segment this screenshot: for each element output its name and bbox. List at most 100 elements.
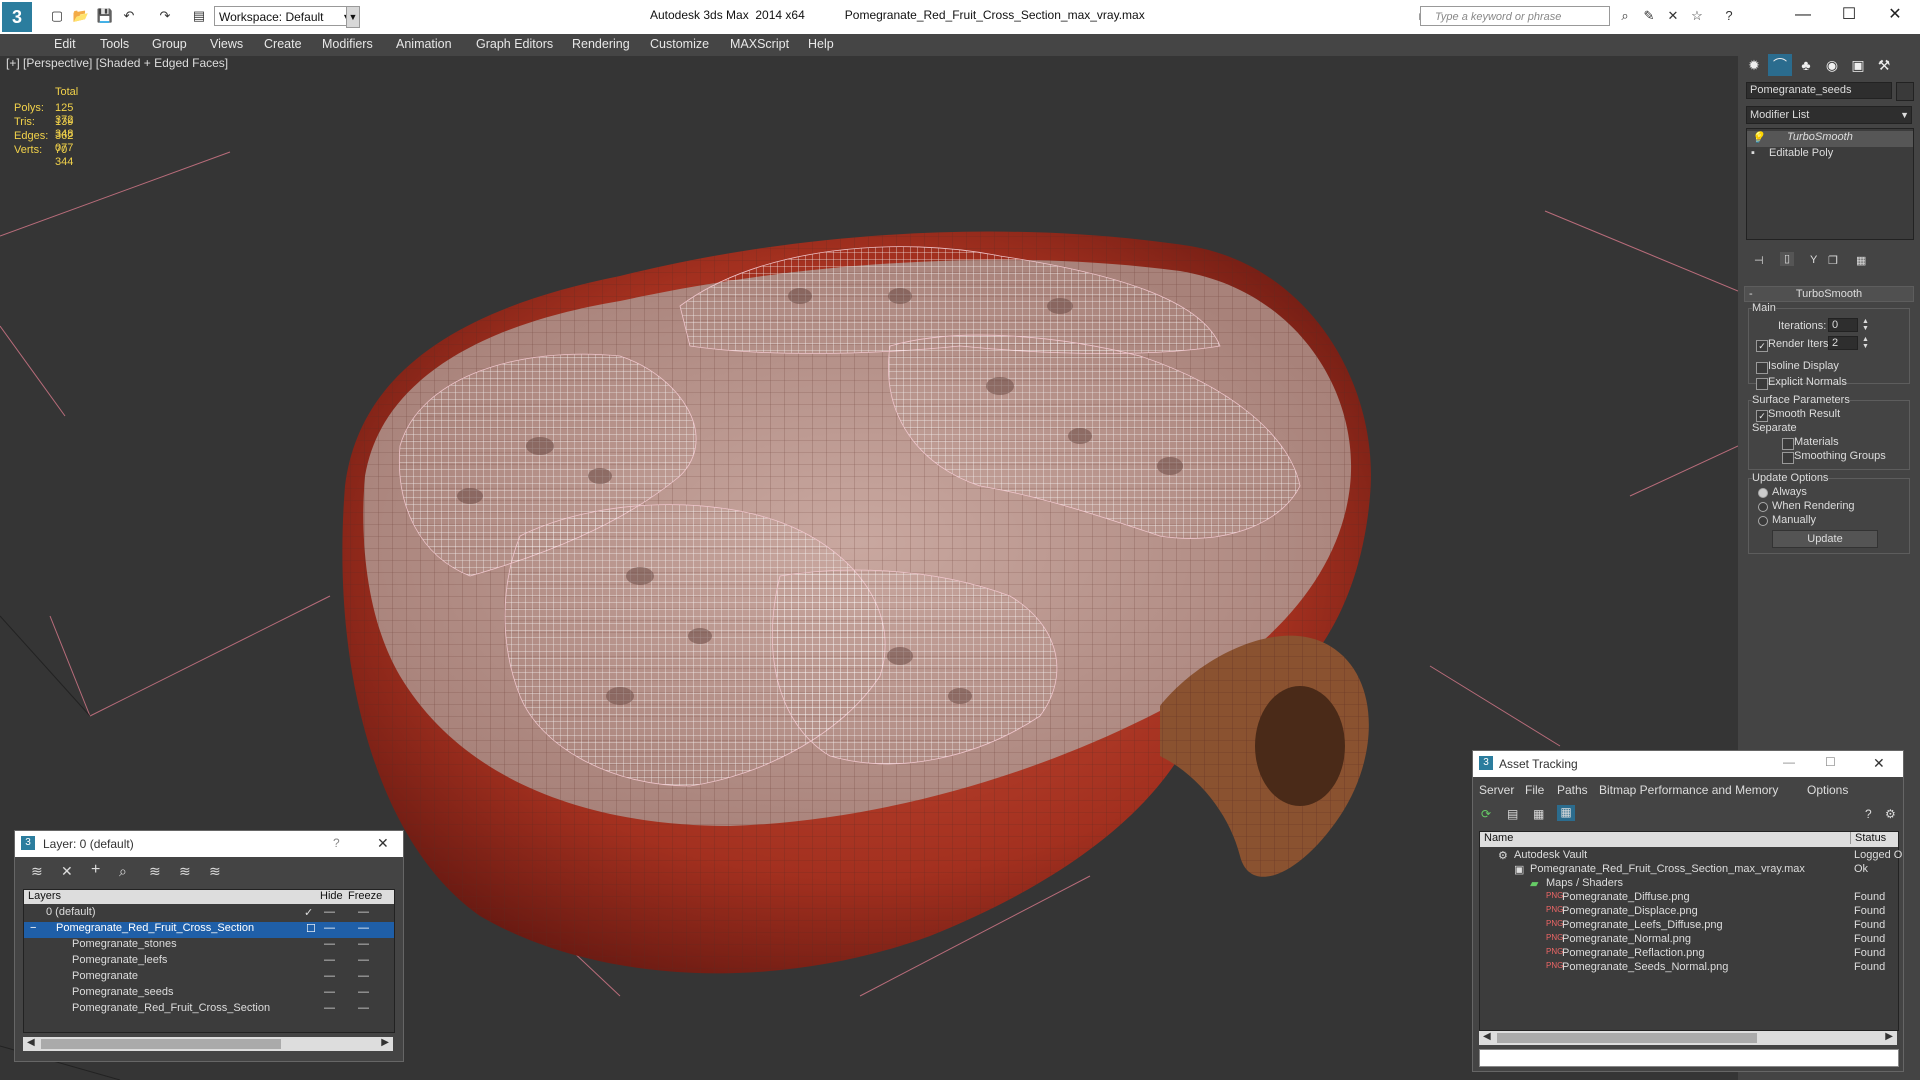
bulb-icon[interactable]: 💡	[1751, 131, 1765, 144]
horizontal-scrollbar[interactable]: ◀ ▶	[1479, 1031, 1897, 1045]
list-view-icon[interactable]: ▤	[1507, 807, 1518, 821]
exchange-icon[interactable]: ✕	[1664, 7, 1682, 25]
select-objects-icon[interactable]: ⌕	[119, 863, 127, 880]
menu-views[interactable]: Views	[210, 37, 243, 51]
favorites-star-icon[interactable]: ☆	[1688, 7, 1706, 25]
isoline-checkbox[interactable]	[1756, 362, 1768, 374]
save-icon[interactable]: 💾	[96, 7, 114, 25]
delete-layer-icon[interactable]: ✕	[61, 863, 73, 880]
update-button[interactable]: Update	[1772, 530, 1878, 548]
workspace-dropdown-button[interactable]: ▼	[346, 6, 360, 28]
list-item[interactable]: Pomegranate — —	[24, 970, 394, 986]
menu-paths[interactable]: Paths	[1557, 783, 1588, 797]
modify-tab-icon[interactable]: ⌒	[1768, 54, 1792, 76]
grid-view-icon[interactable]: ▦	[1557, 805, 1575, 821]
redo-icon[interactable]: ↷	[156, 7, 174, 25]
smooth-result-checkbox[interactable]: ✓	[1756, 410, 1768, 422]
checkbox-icon[interactable]: ☐	[306, 922, 316, 935]
add-to-layer-icon[interactable]: +	[91, 861, 100, 879]
configure-modifier-sets-icon[interactable]: ▦	[1856, 254, 1866, 267]
menu-file[interactable]: File	[1525, 783, 1544, 797]
display-tab-icon[interactable]: ▣	[1846, 54, 1870, 76]
menu-graph-editors[interactable]: Graph Editors	[476, 37, 553, 51]
stack-item-turbosmooth[interactable]: 💡 TurboSmooth	[1747, 131, 1913, 147]
menu-create[interactable]: Create	[264, 37, 302, 51]
list-item[interactable]: Pomegranate_seeds — —	[24, 986, 394, 1002]
col-name[interactable]: Name	[1484, 832, 1513, 844]
viewport-label[interactable]: [+] [Perspective] [Shaded + Edged Faces]	[6, 56, 228, 70]
menu-modifiers[interactable]: Modifiers	[322, 37, 373, 51]
menu-tools[interactable]: Tools	[100, 37, 129, 51]
modifier-list-dropdown[interactable]: Modifier List ▼	[1746, 106, 1912, 124]
motion-tab-icon[interactable]: ◉	[1820, 54, 1844, 76]
col-freeze[interactable]: Freeze	[348, 890, 382, 902]
help-icon[interactable]: ?	[1865, 807, 1872, 821]
minimize-icon[interactable]: —	[1783, 755, 1795, 769]
smoothing-groups-checkbox[interactable]	[1782, 452, 1794, 464]
close-icon[interactable]: ✕	[1873, 755, 1885, 772]
list-item[interactable]: Pomegranate_leefs — —	[24, 954, 394, 970]
close-icon[interactable]: ✕	[377, 835, 389, 852]
project-folder-icon[interactable]: ▤	[190, 7, 208, 25]
new-file-icon[interactable]: ▢	[48, 7, 66, 25]
spinner-arrows-icon[interactable]: ▲ ▼	[1862, 336, 1869, 350]
app-logo-icon[interactable]: 3	[2, 2, 32, 32]
materials-checkbox[interactable]	[1782, 438, 1794, 450]
pin-stack-icon[interactable]: ⊣	[1754, 254, 1764, 267]
menu-group[interactable]: Group	[152, 37, 187, 51]
object-color-swatch[interactable]	[1896, 82, 1914, 101]
remove-modifier-icon[interactable]: ❐	[1828, 254, 1838, 267]
object-name-field[interactable]: Pomegranate_seeds	[1746, 82, 1892, 99]
col-status[interactable]: Status	[1850, 832, 1886, 844]
menu-customize[interactable]: Customize	[650, 37, 709, 51]
menu-help[interactable]: Help	[808, 37, 834, 51]
horizontal-scrollbar[interactable]: ◀ ▶	[23, 1037, 393, 1051]
rollout-header[interactable]: - TurboSmooth	[1744, 286, 1914, 302]
menu-animation[interactable]: Animation	[396, 37, 452, 51]
undo-icon[interactable]: ↶	[120, 7, 138, 25]
highlight-layer-icon[interactable]: ≋	[149, 863, 161, 880]
create-layer-icon[interactable]: ≋	[31, 863, 43, 880]
freeze-all-icon[interactable]: ≋	[209, 863, 221, 880]
list-item[interactable]: Pomegranate_Red_Fruit_Cross_Section — —	[24, 1002, 394, 1018]
explicit-normals-checkbox[interactable]	[1756, 378, 1768, 390]
col-hide[interactable]: Hide	[320, 890, 343, 902]
table-row[interactable]: PNG Pomegranate_Seeds_Normal.png Found	[1480, 961, 1898, 977]
hide-all-icon[interactable]: ≋	[179, 863, 191, 880]
menu-rendering[interactable]: Rendering	[572, 37, 630, 51]
settings-icon[interactable]: ⚙	[1885, 807, 1896, 821]
menu-edit[interactable]: Edit	[54, 37, 76, 51]
spinner-arrows-icon[interactable]: ▲ ▼	[1862, 318, 1869, 332]
iterations-spinner[interactable]: 0	[1828, 318, 1858, 332]
hierarchy-tab-icon[interactable]: ♣	[1794, 54, 1818, 76]
when-rendering-radio[interactable]	[1758, 502, 1768, 512]
help-icon[interactable]: ?	[333, 836, 340, 850]
help-icon[interactable]: ?	[1720, 7, 1738, 25]
menu-server[interactable]: Server	[1479, 783, 1514, 797]
menu-maxscript[interactable]: MAXScript	[730, 37, 789, 51]
utilities-tab-icon[interactable]: ⚒	[1872, 54, 1896, 76]
close-button[interactable]: ✕	[1872, 2, 1918, 30]
manually-radio[interactable]	[1758, 516, 1768, 526]
render-iters-spinner[interactable]: 2	[1828, 336, 1858, 350]
stack-item-editable-poly[interactable]: ▪ Editable Poly	[1747, 147, 1913, 163]
communication-icon[interactable]: ✎	[1640, 7, 1658, 25]
maximize-icon[interactable]: ☐	[1825, 755, 1836, 769]
minimize-button[interactable]: —	[1780, 2, 1826, 30]
menu-bitmap-performance[interactable]: Bitmap Performance and Memory	[1599, 783, 1778, 797]
asset-path-field[interactable]	[1479, 1049, 1899, 1067]
workspace-selector[interactable]: Workspace: Default▼	[214, 6, 354, 26]
list-item[interactable]: 0 (default) ✓ — —	[24, 906, 394, 922]
search-input[interactable]: Type a keyword or phrase	[1420, 6, 1610, 26]
list-item[interactable]: − Pomegranate_Red_Fruit_Cross_Section ☐ — —	[24, 922, 394, 938]
table-view-icon[interactable]: ▦	[1533, 807, 1544, 821]
binoculars-icon[interactable]: ⌕	[1616, 7, 1634, 25]
create-tab-icon[interactable]: ✹	[1742, 54, 1766, 76]
menu-options[interactable]: Options	[1807, 783, 1848, 797]
open-file-icon[interactable]: 📂	[72, 7, 90, 25]
make-unique-icon[interactable]: Y	[1810, 254, 1817, 266]
render-iters-checkbox[interactable]: ✓	[1756, 340, 1768, 352]
show-end-result-icon[interactable]: ▯	[1780, 252, 1794, 266]
maximize-button[interactable]: ☐	[1826, 2, 1872, 30]
list-item[interactable]: Pomegranate_stones — —	[24, 938, 394, 954]
